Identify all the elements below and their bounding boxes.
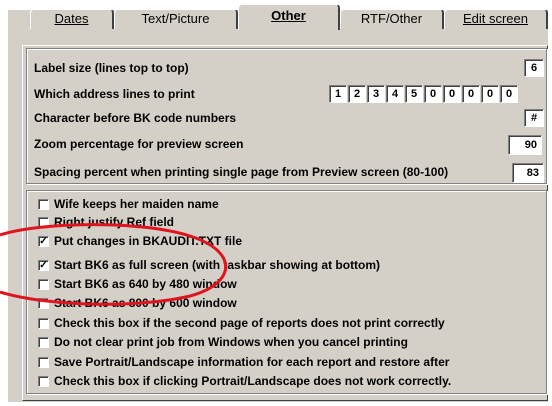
checkbox-label: Check this box if the second page of rep… — [54, 316, 445, 330]
tab-label: RTF/Other — [360, 11, 423, 26]
tab-text-picture[interactable]: Text/Picture — [114, 9, 238, 29]
checkbox-label: Start BK6 as 800 by 600 window — [54, 296, 237, 310]
address-line-field[interactable]: 1 — [329, 85, 347, 103]
checkbox-label: Check this box if clicking Portrait/Land… — [54, 374, 452, 388]
checkbox-box[interactable] — [38, 199, 49, 210]
tab-label: Dates — [54, 11, 89, 26]
checkbox-box[interactable] — [38, 337, 49, 348]
checkbox-box[interactable] — [38, 217, 49, 228]
tab-other[interactable]: Other — [238, 4, 340, 30]
tab-label: Edit screen — [462, 11, 529, 26]
zoom-field[interactable]: 90 — [508, 135, 542, 155]
zoom-label: Zoom percentage for preview screen — [34, 137, 244, 151]
address-line-field[interactable]: 3 — [367, 85, 385, 103]
address-line-field[interactable]: 0 — [443, 85, 461, 103]
checkbox-label: Start BK6 as full screen (with taskbar s… — [54, 258, 381, 272]
checkbox-label: Right justify Ref field — [54, 215, 174, 229]
tab-edit-screen[interactable]: Edit screen — [444, 9, 548, 29]
checkbox-box[interactable] — [38, 318, 49, 329]
tab-label: Text/Picture — [141, 11, 210, 26]
checkbox-label: Wife keeps her maiden name — [54, 197, 219, 211]
address-lines-label: Which address lines to print — [34, 87, 195, 101]
tab-dates[interactable]: Dates — [30, 9, 114, 29]
checkbox-label: Put changes in BKAUDIT.TXT file — [54, 234, 243, 248]
checkbox-box[interactable]: ✓ — [38, 236, 49, 247]
label-size-field[interactable]: 6 — [524, 59, 544, 77]
checkbox-label: Save Portrait/Landscape information for … — [54, 355, 450, 369]
address-line-field[interactable]: 2 — [348, 85, 366, 103]
address-line-field[interactable]: 5 — [405, 85, 423, 103]
checkbox-box[interactable] — [38, 279, 49, 290]
checkbox-box[interactable] — [38, 357, 49, 368]
checkbox-label: Start BK6 as 640 by 480 window — [54, 277, 237, 291]
address-line-field[interactable]: 0 — [462, 85, 480, 103]
address-line-field[interactable]: 4 — [386, 85, 404, 103]
bk-char-field[interactable]: # — [524, 109, 544, 127]
spacing-field[interactable]: 83 — [512, 163, 544, 183]
address-line-field[interactable]: 0 — [481, 85, 499, 103]
address-line-field[interactable]: 0 — [500, 85, 518, 103]
spacing-label: Spacing percent when printing single pag… — [34, 165, 449, 179]
checkbox-box[interactable] — [38, 298, 49, 309]
bk-char-label: Character before BK code numbers — [34, 111, 237, 125]
checkbox-box[interactable] — [38, 376, 49, 387]
checkbox-label: Do not clear print job from Windows when… — [54, 335, 408, 349]
address-line-field[interactable]: 0 — [424, 85, 442, 103]
label-size-label: Label size (lines top to top) — [34, 61, 189, 75]
tab-label: Other — [271, 8, 306, 23]
checkbox-box[interactable]: ✓ — [38, 260, 49, 271]
tab-rtf-other[interactable]: RTF/Other — [340, 9, 444, 29]
